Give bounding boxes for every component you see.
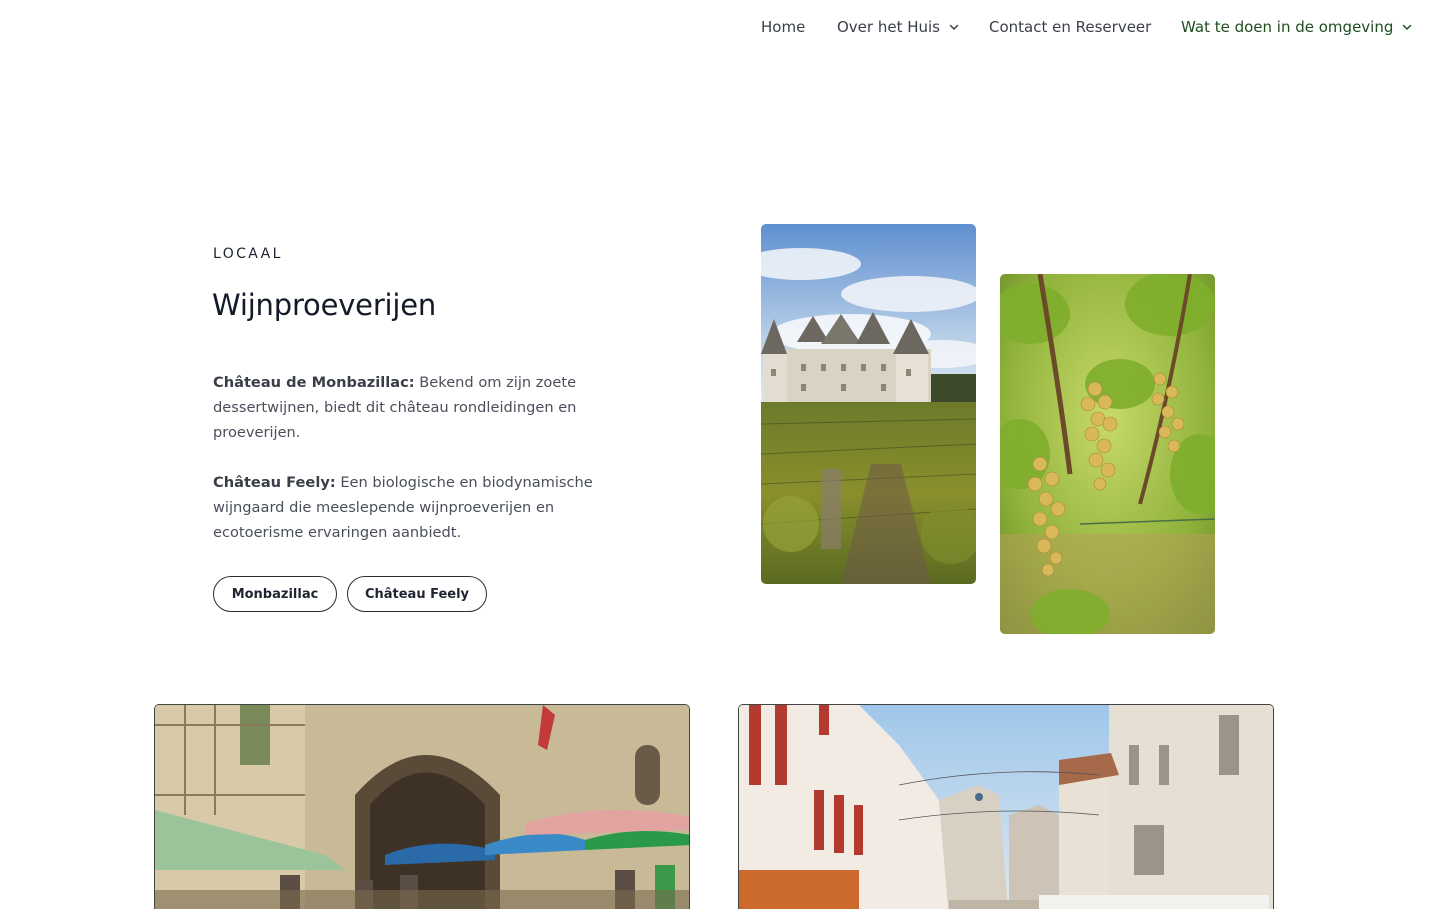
market-image (154, 704, 690, 909)
chevron-down-icon (1401, 21, 1413, 33)
castle-vineyard-image (761, 224, 976, 584)
entry-name: Château de Monbazillac: (213, 374, 415, 391)
nav-contact-label: Contact en Reserveer (989, 18, 1152, 36)
chevron-down-icon (948, 21, 960, 33)
section-title: Wijnproeverijen (212, 288, 437, 322)
entry-name: Château Feely: (213, 474, 336, 491)
wine-entry-monbazillac: Château de Monbazillac: Bekend om zijn z… (213, 370, 613, 445)
street-image (738, 704, 1274, 909)
nav-item-home[interactable]: Home (761, 18, 805, 36)
nav-over-het-huis-label: Over het Huis (837, 18, 941, 36)
main-navigation: Home Over het Huis Contact en Reserveer … (0, 0, 1430, 58)
nav-item-contact[interactable]: Contact en Reserveer (989, 18, 1151, 36)
nav-item-wat-te-doen[interactable]: Wat te doen in de omgeving (1181, 18, 1413, 36)
section-eyebrow: LOCAAL (213, 246, 283, 262)
chateau-feely-button[interactable]: Château Feely (347, 576, 487, 612)
monbazillac-button[interactable]: Monbazillac (213, 576, 337, 612)
wine-entry-feely: Château Feely: Een biologische en biodyn… (213, 470, 613, 545)
nav-wat-te-doen-label: Wat te doen in de omgeving (1181, 18, 1394, 36)
grapes-image (1000, 274, 1215, 634)
nav-item-over-het-huis[interactable]: Over het Huis (837, 18, 960, 36)
nav-home-label: Home (761, 18, 806, 36)
